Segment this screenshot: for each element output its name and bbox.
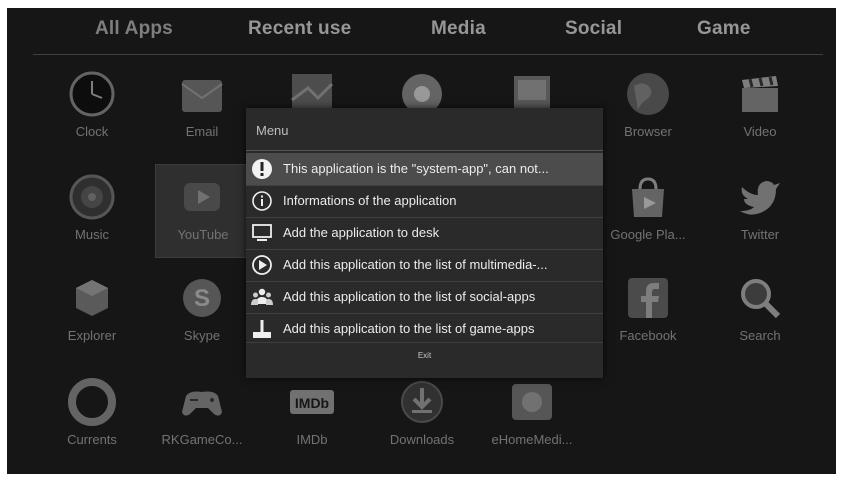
menu-item-label: Add this application to the list of mult… [283, 257, 548, 272]
menu-item-add-game[interactable]: Add this application to the list of game… [246, 313, 603, 345]
exit-button[interactable]: Exit [246, 351, 603, 360]
menu-title: Menu [256, 123, 289, 138]
info-icon [252, 191, 272, 211]
menu-item-add-social[interactable]: Add this application to the list of soci… [246, 281, 603, 313]
menu-item-add-multimedia[interactable]: Add this application to the list of mult… [246, 249, 603, 281]
play-circle-icon [252, 255, 272, 275]
menu-item-info[interactable]: Informations of the application [246, 185, 603, 217]
app-launcher-screen: All Apps Recent use Media Social Game Cl… [7, 8, 836, 474]
context-menu: Menu This application is the "system-app… [246, 108, 603, 378]
menu-item-label: This application is the "system-app", ca… [283, 161, 549, 176]
menu-item-label: Informations of the application [283, 193, 457, 208]
menu-item-label: Add the application to desk [283, 225, 440, 240]
menu-title-divider [246, 150, 603, 151]
people-icon [251, 288, 273, 305]
menu-item-system-app[interactable]: This application is the "system-app", ca… [246, 153, 603, 185]
menu-item-label: Add this application to the list of soci… [283, 289, 536, 304]
menu-item-label: Add this application to the list of game… [283, 321, 535, 336]
joystick-icon [253, 320, 271, 338]
menu-footer-divider [246, 342, 603, 343]
exclamation-icon [252, 159, 272, 179]
menu-item-add-to-desk[interactable]: Add the application to desk [246, 217, 603, 249]
monitor-icon [252, 224, 272, 241]
